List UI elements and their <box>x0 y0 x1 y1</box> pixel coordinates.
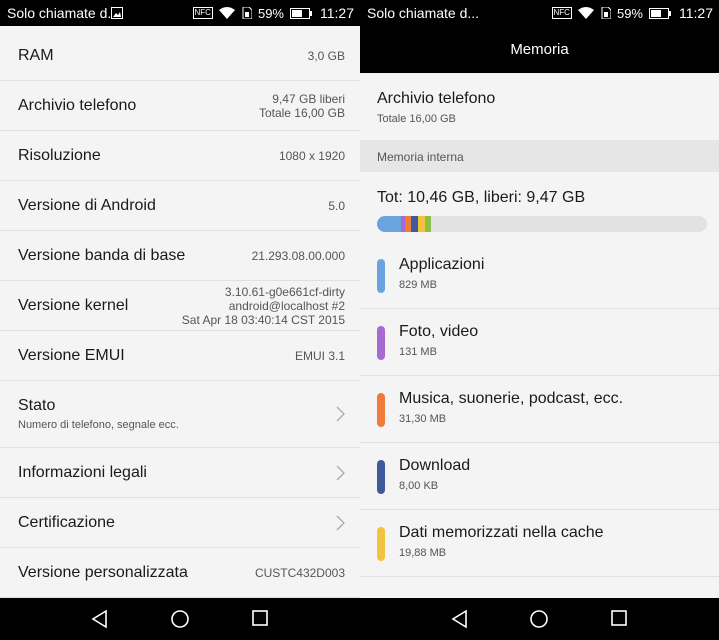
row-value: 1080 x 1920 <box>278 148 345 163</box>
memory-pane: Solo chiamate d... NFC 59% 11:27 Memoria… <box>360 0 719 598</box>
usage-bar-segment <box>377 216 401 232</box>
row-value-total: Totale 16,00 GB <box>258 105 345 120</box>
status-title: Solo chiamate d... <box>367 5 480 21</box>
storage-total: Totale 16,00 GB <box>377 113 456 125</box>
battery-icon <box>649 7 671 19</box>
usage-bar <box>377 216 707 232</box>
row-label: Versione personalizzata <box>18 563 188 581</box>
category-name: Applicazioni <box>399 256 485 273</box>
kernel-line-1: 3.10.61-g0e661cf-dirty <box>224 284 345 299</box>
category-size: 829 MB <box>399 279 437 291</box>
category-size: 8,00 KB <box>399 480 439 492</box>
row-value: 5.0 <box>328 198 345 213</box>
category-name: Foto, video <box>399 323 479 340</box>
sim-icon <box>242 7 252 19</box>
row-certification[interactable]: Certificazione <box>0 498 360 548</box>
battery-percent: 59% <box>616 5 643 21</box>
category-music[interactable]: Musica, suonerie, podcast, ecc. 31,30 MB <box>360 376 719 443</box>
recents-icon[interactable] <box>251 609 269 627</box>
chevron-right-icon <box>336 515 345 530</box>
back-icon[interactable] <box>90 609 110 629</box>
row-label: Informazioni legali <box>18 463 147 481</box>
nfc-icon: NFC <box>192 7 213 19</box>
row-value: 3,0 GB <box>307 49 345 63</box>
row-android-version: Versione di Android 5.0 <box>0 181 360 231</box>
row-kernel-version: Versione kernel 3.10.61-g0e661cf-dirty an… <box>0 281 360 331</box>
row-label: Certificazione <box>18 513 115 531</box>
image-icon <box>110 7 123 19</box>
storage-header: Archivio telefono Totale 16,00 GB <box>360 73 719 140</box>
wifi-icon <box>218 7 235 19</box>
kernel-line-2: android@localhost #2 <box>228 298 345 313</box>
status-title: Solo chiamate d... <box>7 5 111 21</box>
usage-bar-segment <box>418 216 425 232</box>
status-bar-left: Solo chiamate d... NFC 59% 11:27 <box>0 0 360 26</box>
row-value: EMUI 3.1 <box>294 348 345 363</box>
row-value-free: 9,47 GB liberi <box>272 91 345 106</box>
row-label: Stato <box>18 397 56 414</box>
recents-icon[interactable] <box>610 609 628 627</box>
category-size: 31,30 MB <box>399 413 447 425</box>
row-phone-storage: Archivio telefono 9,47 GB liberi Totale 1… <box>0 81 360 131</box>
color-marker <box>377 326 385 360</box>
info-list: RAM 3,0 GB Archivio telefono 9,47 GB lib… <box>0 32 360 598</box>
row-label: Versione banda di base <box>18 246 186 264</box>
chevron-right-icon <box>336 406 345 422</box>
section-internal-memory: Memoria interna <box>360 140 719 172</box>
category-photos-videos[interactable]: Foto, video 131 MB <box>360 309 719 376</box>
usage-total-text: Tot: 10,46 GB, liberi: 9,47 GB <box>377 189 586 206</box>
row-label: Risoluzione <box>18 146 101 164</box>
category-size: 131 MB <box>399 346 437 358</box>
category-name: Download <box>399 457 471 474</box>
status-time: 11:27 <box>320 5 354 21</box>
usage-bar-segment <box>425 216 431 232</box>
row-label: RAM <box>18 47 54 64</box>
category-apps[interactable]: Applicazioni 829 MB <box>360 242 719 309</box>
row-ram: RAM 3,0 GB <box>0 32 360 81</box>
row-label: Versione di Android <box>18 196 156 214</box>
color-marker <box>377 460 385 494</box>
row-label: Versione EMUI <box>18 346 125 364</box>
battery-icon <box>290 7 312 19</box>
home-icon[interactable] <box>170 609 190 629</box>
row-resolution: Risoluzione 1080 x 1920 <box>0 131 360 181</box>
color-marker <box>377 393 385 427</box>
storage-title: Archivio telefono <box>377 90 496 107</box>
category-download[interactable]: Download 8,00 KB <box>360 443 719 510</box>
category-name: Dati memorizzati nella cache <box>399 524 604 541</box>
row-value: 21.293.08.00.000 <box>251 248 345 263</box>
back-icon[interactable] <box>450 609 470 629</box>
home-icon[interactable] <box>529 609 549 629</box>
navigation-bar <box>0 598 719 640</box>
status-time: 11:27 <box>679 5 713 21</box>
row-subtitle: Numero di telefono, segnale ecc. <box>18 419 179 431</box>
device-info-pane: Solo chiamate d... NFC 59% 11:27 RAM 3,0… <box>0 0 360 598</box>
wifi-icon <box>577 7 594 19</box>
page-title: Memoria <box>360 26 719 73</box>
row-baseband-version: Versione banda di base 21.293.08.00.000 <box>0 231 360 281</box>
chevron-right-icon <box>336 465 345 480</box>
usage-bar-segment <box>411 216 418 232</box>
category-name: Musica, suonerie, podcast, ecc. <box>399 390 624 407</box>
category-cache[interactable]: Dati memorizzati nella cache 19,88 MB <box>360 510 719 577</box>
row-emui-version: Versione EMUI EMUI 3.1 <box>0 331 360 381</box>
row-label: Versione kernel <box>18 296 129 314</box>
row-legal-info[interactable]: Informazioni legali <box>0 448 360 498</box>
nfc-icon: NFC <box>551 7 572 19</box>
color-marker <box>377 527 385 561</box>
screen: Solo chiamate d... NFC 59% 11:27 RAM 3,0… <box>0 0 719 640</box>
color-marker <box>377 259 385 293</box>
battery-percent: 59% <box>257 5 284 21</box>
category-size: 19,88 MB <box>399 547 447 559</box>
usage-summary: Tot: 10,46 GB, liberi: 9,47 GB <box>360 172 719 242</box>
status-bar-right: Solo chiamate d... NFC 59% 11:27 <box>360 0 719 26</box>
row-value: CUSTC432D003 <box>254 565 345 580</box>
row-label: Archivio telefono <box>18 96 137 114</box>
row-custom-version: Versione personalizzata CUSTC432D003 <box>0 548 360 598</box>
kernel-line-3: Sat Apr 18 03:40:14 CST 2015 <box>181 312 345 327</box>
row-status[interactable]: Stato Numero di telefono, segnale ecc. <box>0 381 360 448</box>
sim-icon <box>601 7 611 19</box>
